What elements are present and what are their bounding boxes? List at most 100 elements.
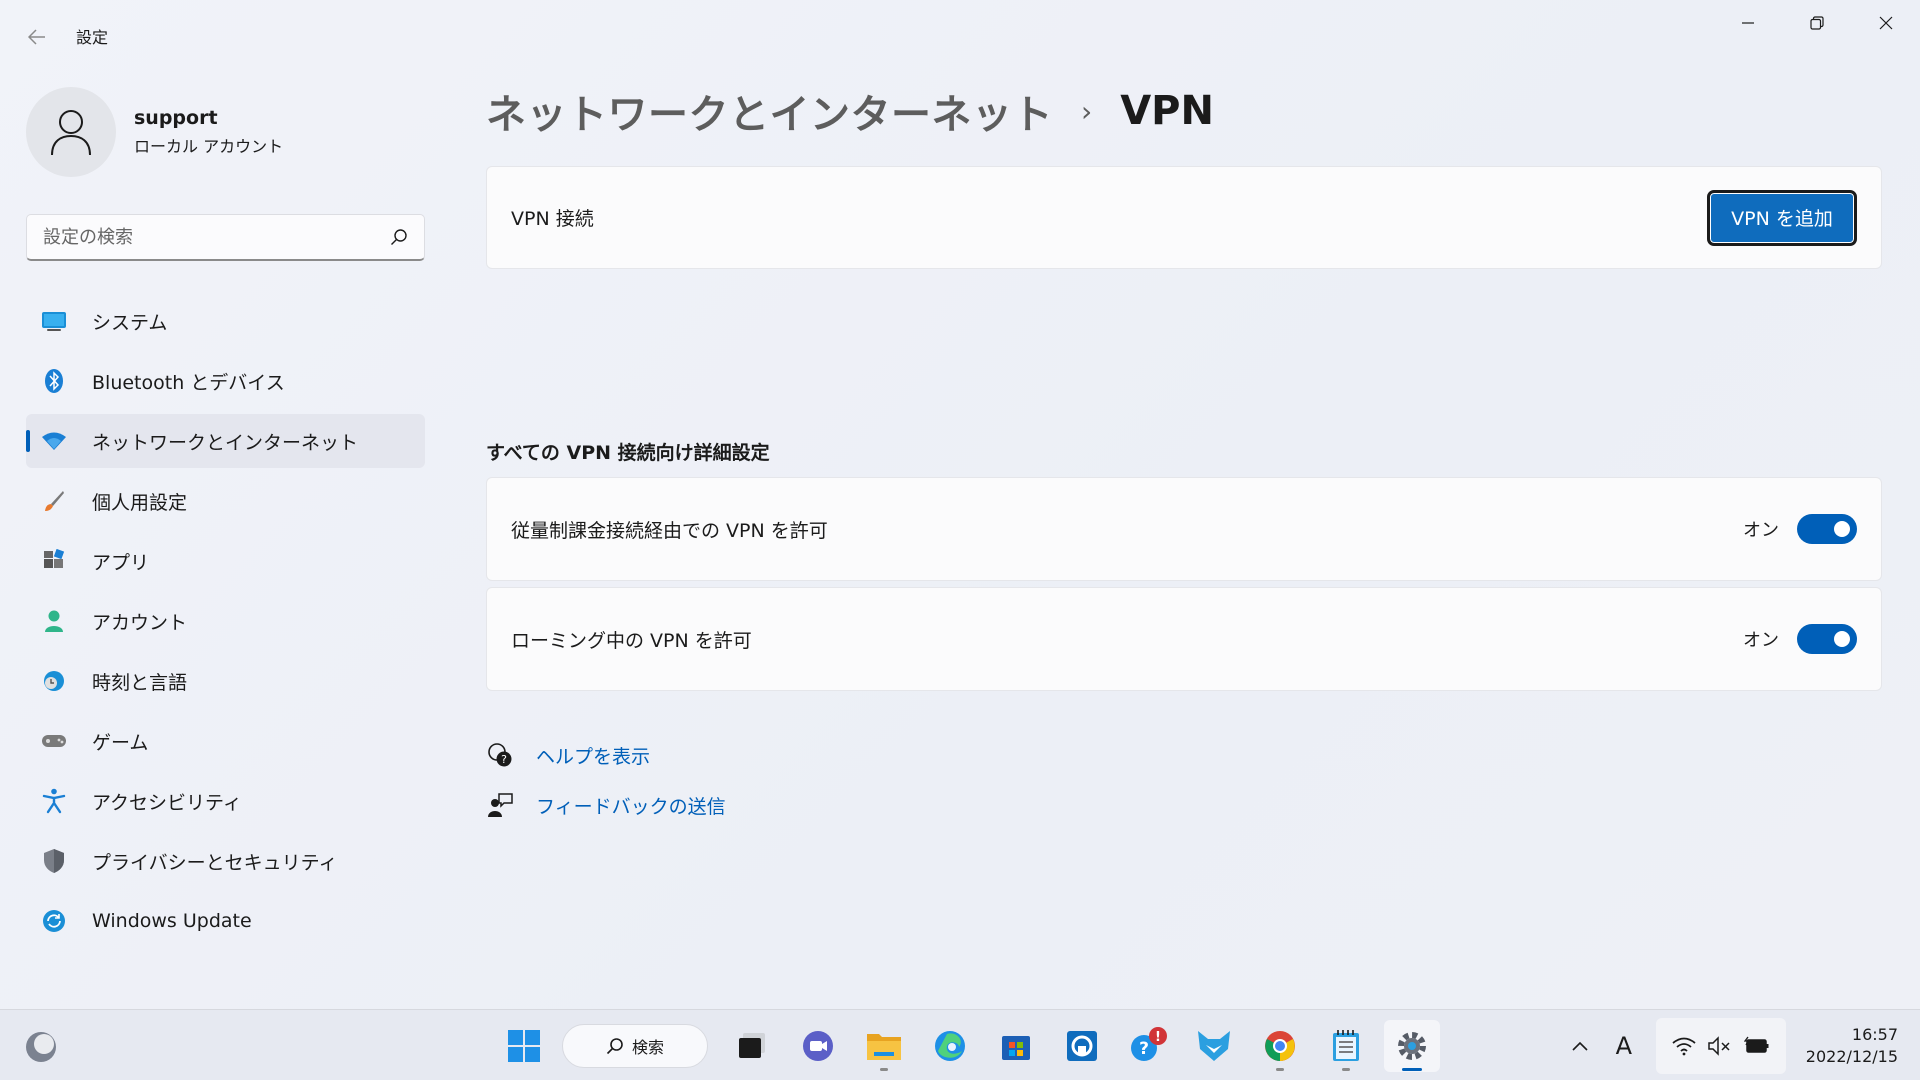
help-link-row[interactable]: ? ヘルプを表示 — [486, 740, 726, 770]
taskbar: 検索 ?! A 16:57 2022/12/15 — [0, 1009, 1920, 1080]
breadcrumb: ネットワークとインターネット › VPN — [486, 82, 1214, 140]
toggle-state-label: オン — [1743, 630, 1779, 651]
sidebar-item-personalization[interactable]: 個人用設定 — [26, 474, 425, 528]
chat-button[interactable] — [790, 1020, 846, 1072]
sidebar-item-label: プライバシーとセキュリティ — [92, 851, 338, 874]
sidebar-item-label: 時刻と言語 — [92, 671, 188, 694]
feedback-link-row[interactable]: フィードバックの送信 — [486, 790, 726, 820]
clock-date: 2022/12/15 — [1805, 1046, 1898, 1066]
settings-icon — [1398, 1032, 1426, 1060]
setting-row-metered-vpn: 従量制課金接続経由での VPN を許可 オン — [486, 477, 1882, 581]
show-hidden-icons-button[interactable] — [1558, 1024, 1602, 1068]
settings-window: 設定 support ローカル アカウント 設定の検索 システム Bluetoo… — [0, 0, 1920, 1009]
sidebar-item-label: アクセシビリティ — [92, 791, 242, 814]
ime-indicator[interactable]: A — [1602, 1024, 1646, 1068]
vpn-connections-label: VPN 接続 — [511, 208, 594, 230]
store-button[interactable] — [988, 1020, 1044, 1072]
start-button[interactable] — [496, 1020, 552, 1072]
search-icon — [606, 1038, 623, 1055]
taskbar-app-button[interactable] — [1054, 1020, 1110, 1072]
app-icon — [1067, 1031, 1097, 1061]
maximize-button[interactable] — [1782, 0, 1851, 46]
notepad-icon — [1333, 1030, 1359, 1061]
shield-icon — [40, 847, 68, 875]
running-indicator — [1342, 1068, 1350, 1071]
chevron-up-icon — [1572, 1041, 1588, 1051]
accessibility-icon — [40, 787, 68, 815]
metered-vpn-toggle[interactable] — [1797, 514, 1857, 544]
brush-icon — [40, 487, 68, 515]
notepad-button[interactable] — [1318, 1020, 1374, 1072]
apps-icon — [40, 547, 68, 575]
wifi-status-icon — [1672, 1037, 1696, 1055]
user-profile[interactable]: support ローカル アカウント — [26, 87, 283, 177]
edge-icon — [935, 1031, 965, 1061]
taskbar-search[interactable]: 検索 — [562, 1024, 708, 1068]
file-explorer-icon — [867, 1034, 901, 1060]
breadcrumb-separator: › — [1081, 94, 1093, 128]
ime-mode-label: A — [1615, 1031, 1632, 1060]
sidebar-item-accessibility[interactable]: アクセシビリティ — [26, 774, 425, 828]
sidebar-item-accounts[interactable]: アカウント — [26, 594, 425, 648]
start-icon — [508, 1030, 540, 1062]
sidebar-item-time-language[interactable]: 時刻と言語 — [26, 654, 425, 708]
store-icon — [1002, 1036, 1030, 1060]
taskbar-app-button-2[interactable] — [1186, 1020, 1242, 1072]
sidebar-item-network[interactable]: ネットワークとインターネット — [26, 414, 425, 468]
chrome-button[interactable] — [1252, 1020, 1308, 1072]
gamepad-icon — [40, 727, 68, 755]
sidebar-item-gaming[interactable]: ゲーム — [26, 714, 425, 768]
file-explorer-button[interactable] — [856, 1020, 912, 1072]
running-indicator — [1276, 1068, 1284, 1071]
system-tray: A 16:57 2022/12/15 — [1558, 1010, 1920, 1080]
sidebar-item-bluetooth[interactable]: Bluetooth とデバイス — [26, 354, 425, 408]
settings-search-input[interactable] — [43, 226, 390, 248]
sidebar-item-label: Bluetooth とデバイス — [92, 371, 285, 394]
page-title: VPN — [1120, 88, 1214, 134]
sidebar-item-privacy[interactable]: プライバシーとセキュリティ — [26, 834, 425, 888]
person-avatar-icon — [51, 110, 91, 156]
taskbar-search-label: 検索 — [631, 1038, 664, 1057]
window-controls — [1713, 0, 1920, 46]
clock-time: 16:57 — [1851, 1024, 1898, 1044]
settings-button[interactable] — [1384, 1020, 1440, 1072]
active-indicator — [1402, 1068, 1422, 1071]
setting-label: ローミング中の VPN を許可 — [511, 629, 752, 652]
search-icon[interactable] — [390, 228, 408, 246]
get-help-button[interactable]: ?! — [1120, 1020, 1176, 1072]
breadcrumb-parent[interactable]: ネットワークとインターネット — [486, 82, 1053, 140]
feedback-link[interactable]: フィードバックの送信 — [536, 792, 726, 819]
update-icon — [40, 907, 68, 935]
sidebar-item-apps[interactable]: アプリ — [26, 534, 425, 588]
svg-text:?: ? — [501, 753, 507, 766]
back-arrow-icon — [28, 29, 45, 45]
help-link[interactable]: ヘルプを表示 — [536, 742, 650, 769]
sidebar-item-label: アプリ — [92, 551, 150, 574]
help-links: ? ヘルプを表示 フィードバックの送信 — [486, 740, 726, 840]
taskbar-clock[interactable]: 16:57 2022/12/15 — [1806, 1024, 1898, 1068]
chrome-icon — [1265, 1031, 1295, 1061]
running-indicator — [880, 1068, 888, 1071]
minimize-button[interactable] — [1713, 0, 1782, 46]
edge-button[interactable] — [922, 1020, 978, 1072]
app-title: 設定 — [76, 28, 109, 47]
sidebar-item-label: ゲーム — [92, 731, 149, 754]
sidebar-item-label: 個人用設定 — [92, 491, 188, 514]
quick-settings-button[interactable] — [1655, 1017, 1786, 1074]
sidebar-item-windows-update[interactable]: Windows Update — [26, 894, 425, 948]
add-vpn-button[interactable]: VPN を追加 — [1707, 189, 1857, 246]
volume-muted-icon — [1708, 1035, 1730, 1056]
close-button[interactable] — [1851, 0, 1920, 46]
title-bar: 設定 — [0, 0, 1920, 70]
bluetooth-icon — [40, 367, 68, 395]
setting-label: 従量制課金接続経由での VPN を許可 — [511, 519, 828, 542]
roaming-vpn-toggle[interactable] — [1797, 624, 1857, 654]
chat-icon — [803, 1031, 833, 1061]
sidebar-item-system[interactable]: システム — [26, 294, 425, 348]
widgets-button[interactable] — [24, 1030, 58, 1064]
close-icon — [1879, 16, 1892, 30]
svg-text:!: ! — [1155, 1030, 1161, 1045]
settings-search-box[interactable] — [26, 214, 425, 261]
back-button[interactable] — [22, 22, 52, 52]
task-view-button[interactable] — [724, 1020, 780, 1072]
